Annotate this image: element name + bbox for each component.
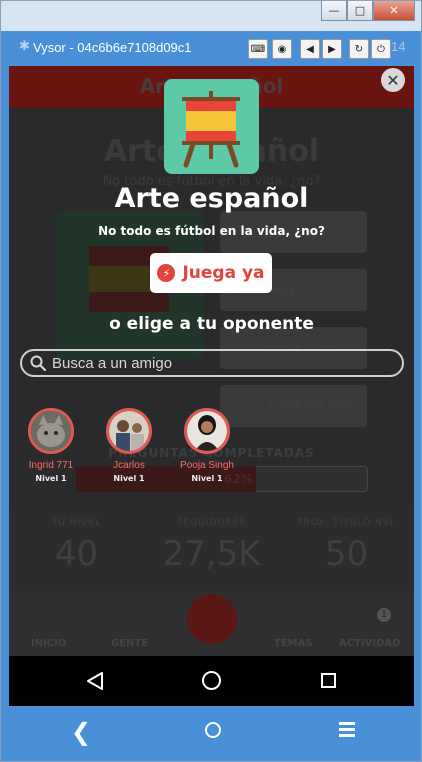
topic-subtitle: No todo es fútbol en la vida, ¿no? <box>98 224 325 238</box>
bg-stat-label: TU NIVEL <box>51 518 102 528</box>
bg-stat-level: TU NIVEL 40 <box>9 518 144 574</box>
friend-card[interactable]: Jcarlos Nivel 1 <box>87 408 171 483</box>
search-placeholder: Busca a un amigo <box>52 355 173 372</box>
bg-stat-next-title: PRÓX. TÍTULO NVL 50 <box>279 518 414 574</box>
bg-flag-stripe <box>89 292 169 312</box>
status-clock: 14 <box>391 39 406 54</box>
vysor-toolbar: ✱ Vysor - 04c6b6e7108d09c1 ⌨ ◉ ◀ ▶ ↻ ⏻ 1… <box>9 31 414 66</box>
vysor-back-icon[interactable]: ❮ <box>71 718 91 746</box>
vysor-window: — □ ✕ ✱ Vysor - 04c6b6e7108d09c1 ⌨ ◉ ◀ ▶… <box>0 0 422 762</box>
play-now-button[interactable]: ⚡ Juega ya <box>150 253 272 293</box>
window-title: Vysor - 04c6b6e7108d09c1 <box>33 40 192 55</box>
bluetooth-icon: ✱ <box>19 39 30 54</box>
choose-opponent-label: o elige a tu oponente <box>109 314 314 334</box>
volume-down-icon[interactable]: ◀ <box>300 39 320 59</box>
friend-name: Ingrid 771 <box>28 460 74 471</box>
lightning-icon: ⚡ <box>157 264 176 282</box>
bg-stat-value: 50 <box>324 534 369 574</box>
android-nav-bar <box>9 656 414 706</box>
window-controls: — □ ✕ <box>321 1 415 21</box>
window-title-bar: — □ ✕ <box>1 1 421 31</box>
bg-stat-followers: SEGUIDORES 27,5K <box>144 518 279 574</box>
avatar <box>184 408 230 454</box>
close-window-button[interactable]: ✕ <box>373 1 415 21</box>
phone-screen: Arte español Arte español No todo es fút… <box>9 66 414 656</box>
minimize-button[interactable]: — <box>321 1 347 21</box>
friend-search-input[interactable]: Busca a un amigo <box>20 349 404 377</box>
camera-icon[interactable]: ◉ <box>272 39 292 59</box>
bg-activity-badge: 1 <box>377 608 391 622</box>
friend-card[interactable]: Pooja Singh Nivel 1 <box>165 408 249 483</box>
avatar <box>28 408 74 454</box>
volume-up-icon[interactable]: ▶ <box>322 39 342 59</box>
friend-name: Pooja Singh <box>180 460 234 471</box>
vysor-bottom-bar: ❮ <box>9 706 414 755</box>
vysor-home-icon[interactable] <box>205 722 221 738</box>
friend-level: Nivel 1 <box>113 474 145 483</box>
search-icon <box>30 355 46 371</box>
play-now-label: Juega ya <box>182 263 265 283</box>
friend-card[interactable]: Ingrid 771 Nivel 1 <box>9 408 93 483</box>
avatar <box>106 408 152 454</box>
keyboard-icon[interactable]: ⌨ <box>248 39 268 59</box>
bg-nav-topics: TEMAS <box>274 638 313 649</box>
bg-play-fab <box>187 594 237 644</box>
android-recents-icon[interactable] <box>321 673 336 688</box>
close-modal-button[interactable]: ✕ <box>381 68 405 92</box>
android-home-icon[interactable] <box>202 671 221 690</box>
bg-nav-people: GENTE <box>111 638 149 649</box>
friend-level: Nivel 1 <box>35 474 67 483</box>
friend-name: Jcarlos <box>113 460 145 471</box>
vysor-menu-icon[interactable] <box>339 722 355 740</box>
bg-stat-label: PRÓX. TÍTULO NVL <box>297 518 396 528</box>
bg-nav-home: INICIO <box>31 638 67 649</box>
bg-stat-value: 27,5K <box>162 534 261 574</box>
bg-stat-label: SEGUIDORES <box>176 518 247 528</box>
bg-nav-activity: ACTIVIDAD <box>339 638 401 649</box>
rotate-icon[interactable]: ↻ <box>349 39 369 59</box>
maximize-button[interactable]: □ <box>347 1 373 21</box>
topic-title: Arte español <box>114 183 309 214</box>
friend-level: Nivel 1 <box>191 474 223 483</box>
bg-stat-value: 40 <box>54 534 99 574</box>
power-icon[interactable]: ⏻ <box>371 39 391 59</box>
android-back-icon[interactable] <box>86 671 104 691</box>
topic-easel-icon <box>164 79 259 174</box>
